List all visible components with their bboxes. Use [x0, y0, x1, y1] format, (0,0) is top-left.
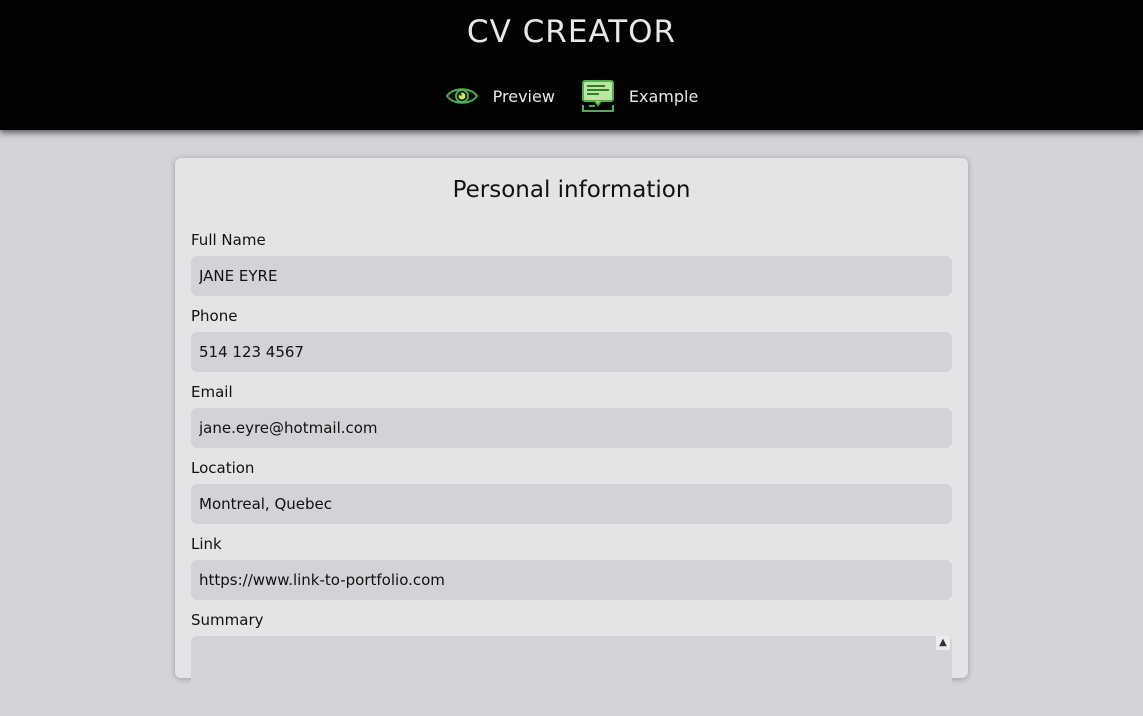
- phone-label: Phone: [191, 307, 238, 325]
- email-group: Email: [191, 382, 952, 448]
- link-group: Link: [191, 534, 952, 600]
- location-input[interactable]: [191, 484, 952, 524]
- email-input[interactable]: [191, 408, 952, 448]
- example-button[interactable]: Example: [581, 80, 698, 112]
- location-label: Location: [191, 459, 255, 477]
- full-name-input[interactable]: [191, 256, 952, 296]
- full-name-group: Full Name: [191, 230, 952, 296]
- location-group: Location: [191, 458, 952, 524]
- scroll-up-arrow-icon[interactable]: ▲: [936, 636, 950, 650]
- section-title: Personal information: [452, 177, 691, 203]
- summary-group: Summary ▲: [191, 610, 952, 716]
- preview-label: Preview: [492, 86, 555, 106]
- personal-info-card: Personal information Full Name Phone Ema…: [175, 158, 968, 716]
- eye-icon: [445, 84, 479, 108]
- full-name-label: Full Name: [191, 231, 266, 249]
- top-nav: Preview Example: [0, 80, 1143, 112]
- phone-input[interactable]: [191, 332, 952, 372]
- link-input[interactable]: [191, 560, 952, 600]
- email-label: Email: [191, 383, 233, 401]
- link-label: Link: [191, 535, 222, 553]
- document-example-icon: [581, 80, 615, 112]
- example-label: Example: [628, 86, 699, 106]
- preview-button[interactable]: Preview: [445, 84, 555, 108]
- phone-group: Phone: [191, 306, 952, 372]
- summary-textarea[interactable]: [191, 636, 952, 716]
- app-header: CV CREATOR Preview Example: [0, 0, 1143, 130]
- app-title: CV CREATOR: [466, 14, 677, 50]
- summary-label: Summary: [191, 611, 264, 629]
